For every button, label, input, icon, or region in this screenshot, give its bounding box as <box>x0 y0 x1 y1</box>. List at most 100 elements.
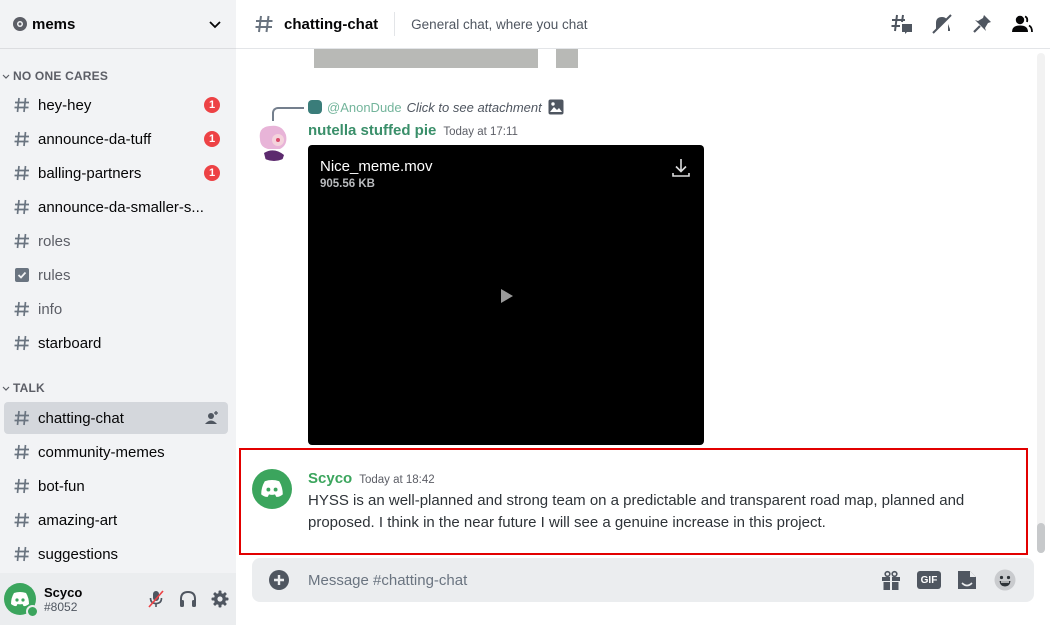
channel-name: bot-fun <box>38 477 85 495</box>
server-header[interactable]: mems <box>0 0 236 49</box>
category-talk[interactable]: TALK <box>0 380 45 396</box>
message-scrollbar[interactable] <box>1037 53 1045 553</box>
hash-icon <box>14 512 29 528</box>
sidebar-channel-roles[interactable]: roles <box>4 225 228 257</box>
channel-name: roles <box>38 232 71 250</box>
chat-header: chatting-chat General chat, where you ch… <box>236 0 1050 49</box>
play-icon[interactable] <box>501 289 513 303</box>
hash-icon <box>14 301 29 317</box>
channel-name: rules <box>38 266 71 284</box>
add-attachment-icon[interactable] <box>268 569 290 591</box>
channel-title: chatting-chat <box>284 15 379 33</box>
message-timestamp: Today at 17:11 <box>443 126 518 138</box>
hash-icon <box>14 478 29 494</box>
hash-icon <box>14 165 29 181</box>
sidebar-channel-rules[interactable]: rules <box>4 259 228 291</box>
create-invite-icon[interactable] <box>204 410 220 426</box>
sidebar-channel-announce-da-smaller[interactable]: announce-da-smaller-s... <box>4 191 228 223</box>
microphone-muted-icon <box>148 590 164 608</box>
sidebar-channel-starboard[interactable]: starboard <box>4 327 228 359</box>
attachment-filename[interactable]: Nice_meme.mov <box>320 158 433 175</box>
hash-icon <box>14 335 29 351</box>
gear-icon <box>211 590 229 608</box>
channel-topic[interactable]: General chat, where you chat <box>411 17 882 32</box>
message-header: Scyco Today at 18:42 <box>308 470 435 487</box>
mention-badge: 1 <box>204 131 220 147</box>
gift-button[interactable] <box>879 568 903 592</box>
user-panel: Scyco #8052 <box>0 573 236 625</box>
author-avatar[interactable] <box>254 121 294 161</box>
sidebar-channel-bot-fun[interactable]: bot-fun <box>4 470 228 502</box>
online-status-icon <box>26 605 39 618</box>
notification-settings-button[interactable] <box>930 12 954 36</box>
message-header: nutella stuffed pie Today at 17:11 <box>308 122 518 139</box>
sidebar-channel-chatting-chat[interactable]: chatting-chat <box>4 402 228 434</box>
pinned-messages-button[interactable] <box>970 12 994 36</box>
category-label: NO ONE CARES <box>13 69 109 83</box>
message-author[interactable]: Scyco <box>308 470 352 487</box>
message-composer: GIF <box>252 558 1034 602</box>
threads-button[interactable] <box>890 12 914 36</box>
user-avatar[interactable] <box>4 583 39 618</box>
reply-reference[interactable]: @AnonDude Click to see attachment <box>308 98 564 116</box>
deafen-button[interactable] <box>172 583 204 615</box>
user-info: Scyco #8052 <box>44 585 140 614</box>
hash-icon <box>14 233 29 249</box>
header-divider <box>394 12 396 36</box>
sidebar-channel-balling-partners[interactable]: balling-partners 1 <box>4 157 228 189</box>
hash-icon <box>14 546 29 562</box>
channel-name: info <box>38 300 63 318</box>
channel-name: suggestions <box>38 545 119 563</box>
channel-name: hey-hey <box>38 96 92 114</box>
reply-connector <box>272 107 304 121</box>
channel-name: community-memes <box>38 443 165 461</box>
sidebar-channel-suggestions[interactable]: suggestions <box>4 538 228 570</box>
mute-button[interactable] <box>140 583 172 615</box>
message-author[interactable]: nutella stuffed pie <box>308 122 436 139</box>
message-list: @AnonDude Click to see attachment nutell… <box>236 49 1050 555</box>
channel-name: announce-da-smaller-s... <box>38 198 204 216</box>
gift-icon <box>882 570 900 590</box>
previous-image-attachment[interactable] <box>314 49 538 68</box>
sidebar-channel-amazing-art[interactable]: amazing-art <box>4 504 228 536</box>
gif-button[interactable]: GIF <box>917 568 941 592</box>
hash-icon <box>14 410 29 426</box>
reply-author[interactable]: @AnonDude <box>327 100 402 115</box>
header-toolbar <box>882 12 1042 36</box>
hash-icon <box>14 131 29 147</box>
discord-app: mems NO ONE CARES hey-hey 1 announce-da-… <box>0 0 1050 625</box>
channel-name: starboard <box>38 334 102 352</box>
category-no-one-cares[interactable]: NO ONE CARES <box>0 68 108 84</box>
username: Scyco <box>44 584 83 600</box>
user-settings-button[interactable] <box>204 583 236 615</box>
hash-icon <box>14 97 29 113</box>
gif-icon: GIF <box>917 571 941 589</box>
chevron-down-icon[interactable] <box>208 17 222 31</box>
discord-logo-icon <box>261 480 283 497</box>
discord-logo-icon <box>11 591 29 606</box>
mention-badge: 1 <box>204 97 220 113</box>
sidebar-channel-community-memes[interactable]: community-memes <box>4 436 228 468</box>
emoji-icon <box>994 569 1016 591</box>
video-attachment[interactable]: Nice_meme.mov 905.56 KB <box>308 145 704 445</box>
emoji-button[interactable] <box>993 568 1017 592</box>
sticker-button[interactable] <box>955 568 979 592</box>
member-list-button[interactable] <box>1010 12 1034 36</box>
hash-icon <box>14 444 29 460</box>
composer-toolbar: GIF <box>872 568 1034 592</box>
message-content: HYSS is an well-planned and strong team … <box>308 492 965 531</box>
message-input[interactable] <box>308 571 872 589</box>
sidebar-channel-info[interactable]: info <box>4 293 228 325</box>
channel-name: announce-da-tuff <box>38 130 152 148</box>
sidebar-channel-hey-hey[interactable]: hey-hey 1 <box>4 89 228 121</box>
sidebar-channel-announce-da-tuff[interactable]: announce-da-tuff 1 <box>4 123 228 155</box>
mention-badge: 1 <box>204 165 220 181</box>
headphones-icon <box>180 590 196 607</box>
download-icon[interactable] <box>670 157 692 179</box>
reply-preview-text[interactable]: Click to see attachment <box>407 100 542 115</box>
attachment-size: 905.56 KB <box>320 178 375 190</box>
previous-image-attachment-part <box>556 49 578 68</box>
pin-icon <box>973 15 991 33</box>
scrollbar-thumb[interactable] <box>1037 523 1045 553</box>
author-avatar[interactable] <box>252 469 292 509</box>
